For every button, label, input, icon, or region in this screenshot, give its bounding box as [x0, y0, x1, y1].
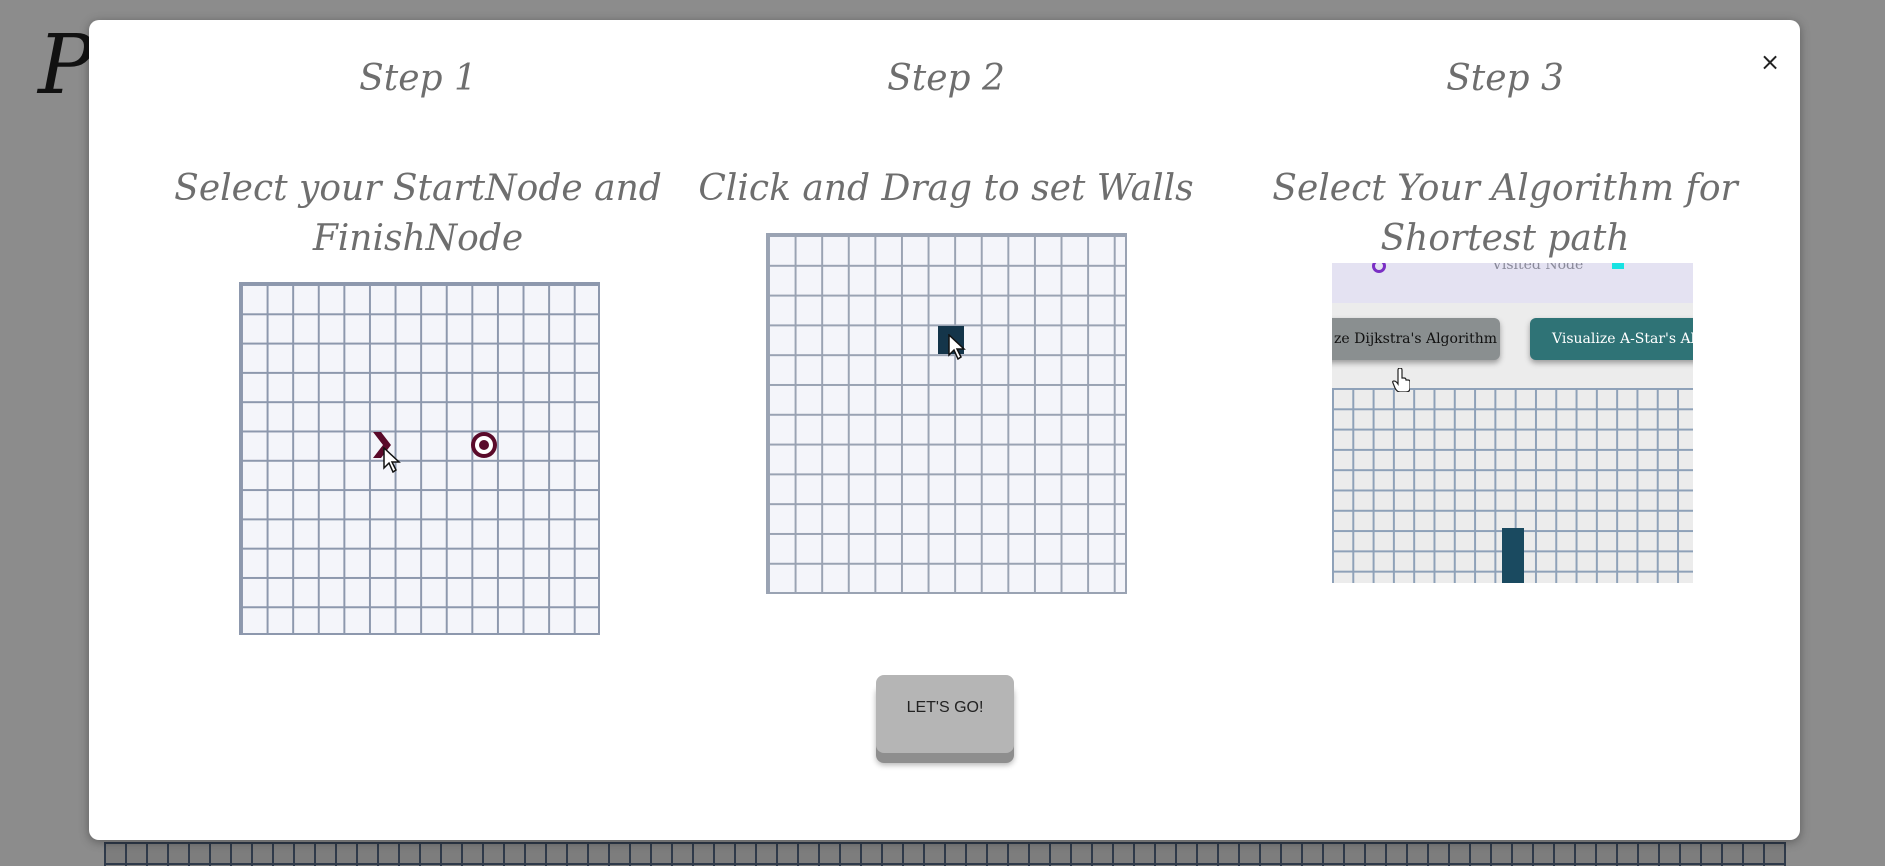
preview-astar-button: Visualize A-Star's Algo [1530, 318, 1693, 360]
lets-go-button[interactable]: LET'S GO! [876, 675, 1014, 753]
step-1-text: Select your StartNode and FinishNode [174, 168, 662, 259]
preview-legend-bar: Visited Node [1332, 263, 1693, 303]
close-button[interactable]: × [1756, 48, 1784, 76]
step-3-screenshot-preview: Visited Node ze Dijkstra's Algorithm Vis… [1332, 263, 1693, 583]
step-2-heading: Step 2 [887, 58, 1005, 99]
step-2-text: Click and Drag to set Walls [698, 168, 1194, 209]
pointer-cursor-icon [383, 447, 401, 473]
target-legend-icon [1372, 263, 1386, 273]
visited-legend-swatch [1612, 263, 1624, 269]
preview-wall-nodes [1502, 528, 1524, 583]
step-3-text: Select Your Algorithm for Shortest path [1272, 168, 1738, 259]
hand-cursor-icon [1392, 368, 1410, 392]
step-2-grid-illustration [766, 233, 1127, 594]
preview-dijkstra-button: ze Dijkstra's Algorithm [1332, 318, 1500, 360]
instructions-modal: × Step 1 Select your StartNode and Finis… [89, 20, 1800, 840]
step-1-heading: Step 1 [359, 58, 477, 99]
finish-node-icon [471, 432, 497, 458]
preview-legend-text: Visited Node [1492, 263, 1584, 273]
pointer-cursor-icon [948, 334, 966, 360]
step-1-grid-illustration [239, 282, 600, 635]
background-grid [104, 842, 1786, 866]
step-3-heading: Step 3 [1446, 58, 1564, 99]
